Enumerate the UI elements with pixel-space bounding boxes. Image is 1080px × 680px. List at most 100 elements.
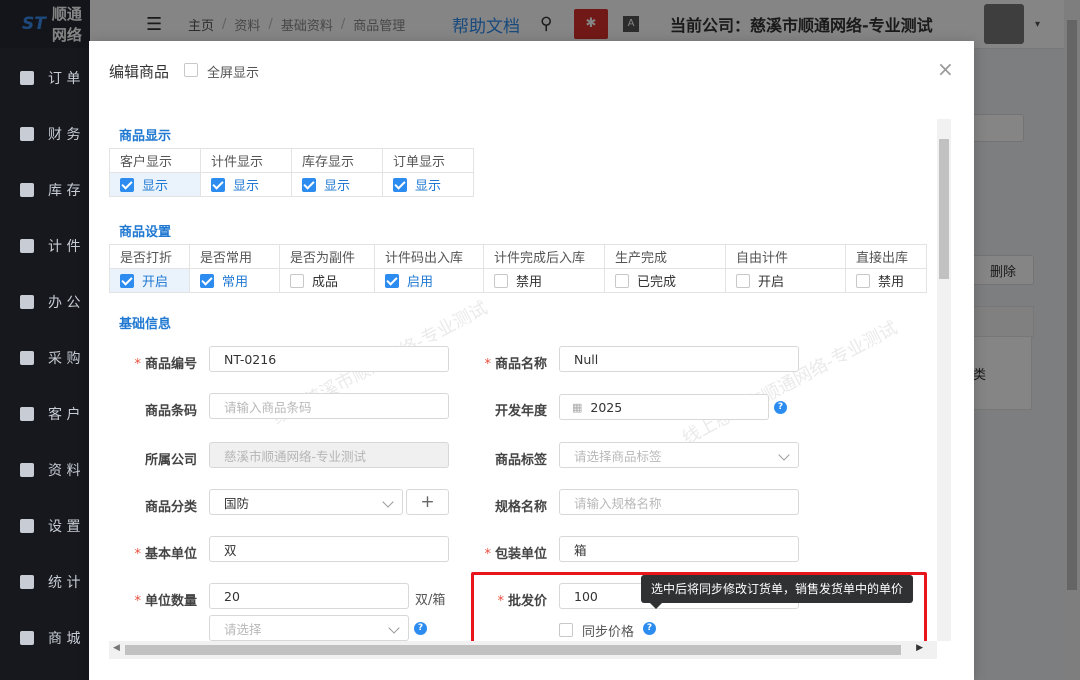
pack-unit-input[interactable]: 箱	[559, 536, 799, 562]
spec-input[interactable]: 请输入规格名称	[559, 489, 799, 515]
dev-year-label: 开发年度	[494, 404, 547, 419]
fullscreen-checkbox[interactable]	[184, 63, 198, 77]
display_section-option-label: 显示	[142, 179, 169, 194]
office-icon	[20, 295, 34, 309]
settings-header: 计件码出入库	[374, 244, 484, 269]
settings_section-cell[interactable]: 启用	[374, 268, 484, 293]
sidebar-item-label: 资 料	[48, 463, 81, 479]
settings-header: 自由计件	[725, 244, 846, 269]
dev-year-picker[interactable]: ▦ 2025	[559, 394, 769, 420]
settings_section-cell[interactable]: 已完成	[604, 268, 726, 293]
add-category-button[interactable]: +	[406, 489, 449, 515]
settings_section-checkbox[interactable]	[385, 274, 399, 288]
base-unit-input[interactable]: 双	[209, 536, 449, 562]
sidebar-item-label: 库 存	[48, 183, 81, 199]
purchase-icon	[20, 351, 34, 365]
display_section-option-label: 显示	[324, 179, 351, 194]
company-input: 慈溪市顺通网络-专业测试	[209, 442, 449, 468]
display_section-checkbox[interactable]	[211, 178, 225, 192]
settings_section-checkbox[interactable]	[494, 274, 508, 288]
tooltip-arrow	[650, 603, 662, 609]
display_section-cell[interactable]: 显示	[109, 172, 201, 197]
display_section-cell[interactable]: 显示	[200, 172, 292, 197]
sidebar-item-finance[interactable]: 财 务	[0, 114, 90, 154]
settings_section-checkbox[interactable]	[120, 274, 134, 288]
help-icon[interactable]: ?	[774, 401, 787, 414]
unit-qty-label: * 单位数量	[134, 594, 197, 609]
fullscreen-label: 全屏显示	[207, 66, 260, 81]
sidebar-item-piece[interactable]: 计 件	[0, 226, 90, 266]
sync-price-label: 同步价格	[582, 625, 635, 640]
sidebar-item-settings[interactable]: 设 置	[0, 506, 90, 546]
sidebar-item-stock[interactable]: 库 存	[0, 170, 90, 210]
section-title-settings: 商品设置	[119, 225, 172, 240]
help-icon[interactable]: ?	[414, 622, 427, 635]
sidebar-item-label: 订 单	[48, 71, 81, 87]
sidebar-item-office[interactable]: 办 公	[0, 282, 90, 322]
settings_section-checkbox[interactable]	[856, 274, 870, 288]
scrollbar-thumb[interactable]	[125, 645, 901, 655]
settings_section-checkbox[interactable]	[200, 274, 214, 288]
display_section-cell[interactable]: 显示	[382, 172, 474, 197]
sidebar-item-label: 计 件	[48, 239, 81, 255]
settings-header: 是否打折	[109, 244, 190, 269]
scrollbar-thumb[interactable]	[939, 139, 949, 279]
settings-header: 是否常用	[189, 244, 280, 269]
wholesale-price-label: * 批发价	[497, 594, 547, 609]
sync-price-tooltip: 选中后将同步修改订货单，销售发货单中的单价	[641, 575, 914, 603]
sidebar-item-order[interactable]: 订 单	[0, 58, 90, 98]
display-header: 订单显示	[382, 148, 474, 173]
settings-flags-table: 是否打折 是否常用 是否为副件 计件码出入库 计件完成后入库 生产完成 自由计件…	[109, 244, 927, 293]
help-icon[interactable]: ?	[643, 622, 656, 635]
settings_section-cell[interactable]: 成品	[279, 268, 375, 293]
close-icon[interactable]: ×	[937, 57, 954, 81]
display_section-checkbox[interactable]	[120, 178, 134, 192]
settings-header: 生产完成	[604, 244, 726, 269]
stats-icon	[20, 575, 34, 589]
display_section-checkbox[interactable]	[393, 178, 407, 192]
settings_section-option-label: 禁用	[878, 275, 905, 290]
sidebar-item-label: 统 计	[48, 575, 81, 591]
unit-select[interactable]: 请选择	[209, 615, 409, 641]
modal-scrollbar-horizontal[interactable]: ◀ ▶	[109, 641, 937, 659]
section-title-basic: 基础信息	[119, 317, 172, 332]
settings_section-checkbox[interactable]	[736, 274, 750, 288]
product-code-input[interactable]: NT-0216	[209, 346, 449, 372]
scroll-left-icon[interactable]: ◀	[113, 643, 120, 653]
chevron-down-icon	[382, 496, 394, 508]
barcode-input[interactable]: 请输入商品条码	[209, 393, 449, 419]
chevron-down-icon	[388, 622, 400, 634]
modal-header: 编辑商品 全屏显示 ×	[89, 41, 974, 99]
sidebar-item-shop[interactable]: 商 城	[0, 618, 90, 658]
unit-qty-input[interactable]: 20	[209, 583, 409, 609]
settings_section-cell[interactable]: 禁用	[845, 268, 927, 293]
calendar-icon: ▦	[572, 400, 583, 414]
sidebar-item-label: 采 购	[48, 351, 81, 367]
settings_section-option-label: 成品	[312, 275, 339, 290]
sync-price-checkbox[interactable]	[559, 623, 573, 637]
modal-scrollbar-vertical[interactable]	[937, 119, 951, 641]
scroll-right-icon[interactable]: ▶	[916, 643, 923, 653]
category-select[interactable]: 国防	[209, 489, 403, 515]
display_section-checkbox[interactable]	[302, 178, 316, 192]
spec-label: 规格名称	[494, 500, 547, 515]
sidebar-item-label: 财 务	[48, 127, 81, 143]
sidebar-item-data[interactable]: 资 料	[0, 450, 90, 490]
sidebar-item-stats[interactable]: 统 计	[0, 562, 90, 602]
settings_section-checkbox[interactable]	[290, 274, 304, 288]
settings_section-option-label: 开启	[758, 275, 785, 290]
sidebar-item-customer[interactable]: 客 户	[0, 394, 90, 434]
sidebar-item-purchase[interactable]: 采 购	[0, 338, 90, 378]
display_section-cell[interactable]: 显示	[291, 172, 383, 197]
product-name-input[interactable]: Null	[559, 346, 799, 372]
settings_section-option-label: 常用	[222, 275, 249, 290]
tag-select[interactable]: 请选择商品标签	[559, 442, 799, 468]
settings_section-cell[interactable]: 开启	[725, 268, 846, 293]
settings_section-checkbox[interactable]	[615, 274, 629, 288]
edit-product-modal: 编辑商品 全屏显示 × ◀ ▶ 线上慈溪市顺通网络-专业测试 线上慈溪市顺通网络…	[89, 41, 974, 680]
settings_section-cell[interactable]: 开启	[109, 268, 190, 293]
settings_section-cell[interactable]: 常用	[189, 268, 280, 293]
display-flags-table: 客户显示 计件显示 库存显示 订单显示 显示 显示 显示 显示	[109, 148, 474, 197]
settings_section-cell[interactable]: 禁用	[483, 268, 605, 293]
display-header: 计件显示	[200, 148, 292, 173]
